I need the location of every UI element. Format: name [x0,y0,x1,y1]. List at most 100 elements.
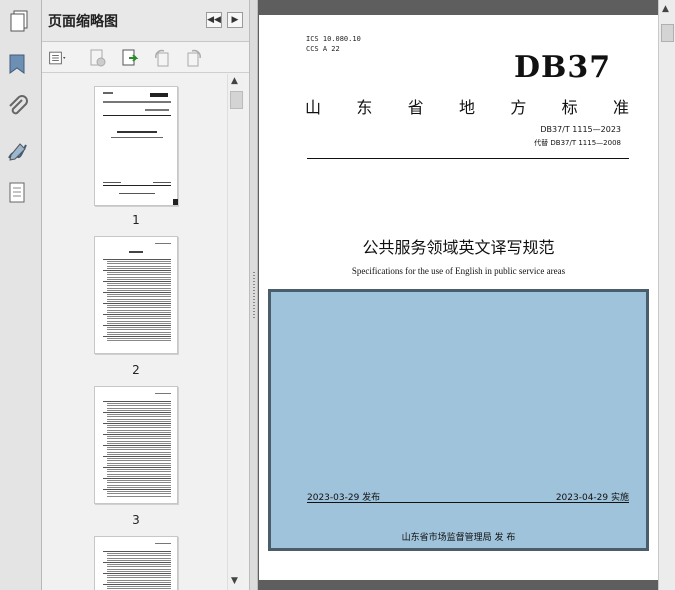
thumbnail-text-line [107,427,171,429]
thumbnail-text-line [107,557,171,559]
rotate-ccw-icon[interactable] [152,48,172,68]
thumbnail-toolbar [42,43,249,73]
thumbnail-text-line [103,292,171,293]
thumbnail-page-number: 3 [132,513,140,527]
scroll-up-arrow-icon[interactable]: ▲ [231,76,238,86]
document-scrollbar[interactable]: ▲ [658,0,675,590]
thumbnail-text-line [107,298,171,300]
thumbnail-text-line [103,562,171,563]
thumbnail-text-line [107,289,171,291]
thumbnail-text-line [107,553,171,555]
thumbnail-text-line [103,434,171,435]
ics-code: ICS 10.080.10 [306,35,361,43]
standard-type-char: 地 [458,98,475,117]
thumbnail-text-line [107,287,171,289]
title-english: Specifications for the use of English in… [351,266,566,276]
thumbnail-text-line [107,451,171,453]
db37-logo: DB37 [514,50,612,85]
thumbnail-page-2[interactable] [94,236,178,354]
document-viewer: ICS 10.080.10 CCS A 22 DB37 山 东 省 地 方 标 … [258,0,658,590]
thumbnail-text-line [107,409,171,411]
ccs-code: CCS A 22 [306,45,340,53]
panel-menu-button[interactable]: ▶ [227,12,243,28]
thumbnail-text-line [107,460,171,462]
thumbnail-text-line [107,431,171,433]
extract-page-icon[interactable] [120,48,140,68]
scroll-up-arrow-icon[interactable]: ▲ [662,4,669,14]
thumbnail-page-4[interactable] [94,536,178,590]
title-chinese: 公共服务领域英文译写规范 [362,238,555,257]
thumbnail-text-line [107,559,171,561]
collapse-panel-button[interactable]: ◀◀ [206,12,222,28]
rotate-cw-icon[interactable] [184,48,204,68]
thumbnail-text-line [107,274,171,276]
issuing-authority: 山东省市场监督管理局 发 布 [401,533,516,543]
scrollbar-thumb[interactable] [230,91,243,109]
thumbnail-text-line [103,314,171,315]
bookmark-icon[interactable] [6,52,30,76]
thumbnail-text-line [107,327,171,329]
thumbnail-page-3[interactable] [94,386,178,504]
thumbnail-text-line [107,473,171,475]
thumbnail-text-line [107,581,171,583]
thumbnail-text-line [107,278,171,280]
scrollbar-thumb[interactable] [661,24,674,42]
thumbnail-text-line [103,551,171,552]
thumbnail-scrollbar[interactable]: ▲ ▼ [227,74,244,590]
thumbnail-text-line [107,296,171,298]
thumbnail-page-number: 1 [132,213,140,227]
thumbnail-text-line [107,579,171,581]
thumbnail-text-line [107,322,171,324]
thumbnail-text-line [107,436,171,438]
thumbnail-text-line [107,577,171,579]
thumbnail-text-line [107,403,171,405]
thumbnail-text-line [107,320,171,322]
thumbnail-text-line [103,336,171,337]
thumbnail-text-line [107,480,171,482]
splitter-grip[interactable] [253,272,255,318]
thumbnail-text-line [103,303,171,304]
thumbnail-text-line [107,294,171,296]
thumbnail-text-line [107,464,171,466]
thumbnail-text-line [107,283,171,285]
thumbnail-text-line [107,440,171,442]
thumbnail-text-line [107,285,171,287]
thumbnail-page-1[interactable] [94,86,178,206]
thumbnail-text-line [103,573,171,574]
thumbnail-text-line [107,307,171,309]
thumbnail-text-line [107,491,171,493]
thumbnail-text-line [107,442,171,444]
document-page: ICS 10.080.10 CCS A 22 DB37 山 东 省 地 方 标 … [259,15,658,580]
thumbnail-text-line [107,495,171,497]
thumbnail-text-line [107,309,171,311]
pages-icon[interactable] [8,8,32,32]
standard-type-title: 山 东 省 地 方 标 准 [305,94,629,118]
scroll-down-arrow-icon[interactable]: ▼ [231,576,238,586]
thumbnail-text-line [107,566,171,568]
thumbnail-text-line [107,276,171,278]
standard-type-char: 省 [407,98,424,117]
thumbnail-text-line [103,281,171,282]
thumbnail-text-line [107,333,171,335]
thumbnail-text-line [107,570,171,572]
panel-splitter[interactable] [249,0,258,590]
thumbnail-text-line [107,263,171,265]
thumbnail-text-line [155,243,171,244]
highlight-overlay [268,289,649,551]
attachment-icon[interactable] [6,95,30,119]
delete-page-icon[interactable] [88,48,108,68]
thumbnail-text-line [103,259,171,260]
thumbnail-text-line [107,484,171,486]
thumbnail-text-line [107,340,171,342]
footer-rule [307,502,629,503]
thumbnail-text-line [107,300,171,302]
thumbnail-text-line [107,482,171,484]
options-menu-icon[interactable] [48,48,68,68]
thumbnail-text-line [107,267,171,269]
layers-icon[interactable] [6,180,30,204]
thumbnail-text-line [107,469,171,471]
signature-icon[interactable] [6,140,30,164]
thumbnail-text-line [107,316,171,318]
thumbnail-text-line [107,329,171,331]
standard-code: DB37/T 1115—2023 [540,125,621,134]
